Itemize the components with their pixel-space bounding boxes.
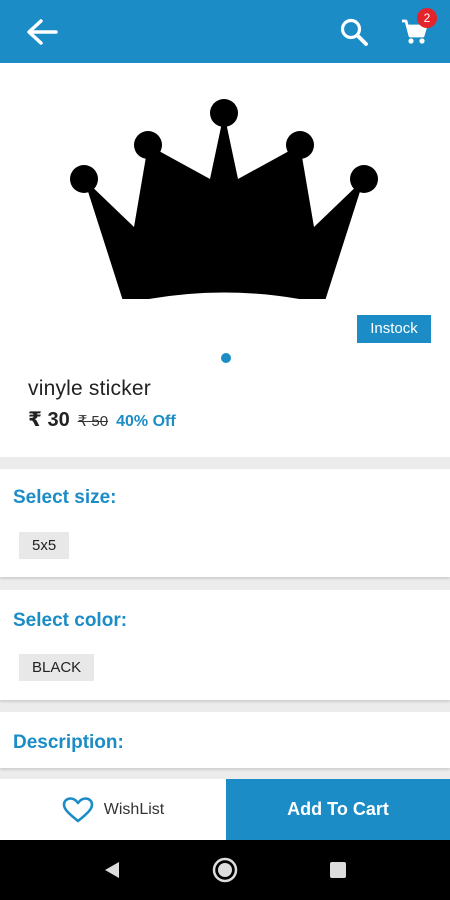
cart-count-badge: 2 — [417, 8, 437, 28]
product-name: vinyle sticker — [28, 377, 151, 400]
color-section: Select color: BLACK — [0, 590, 450, 700]
description-section: Description: — [0, 712, 450, 768]
square-recents-icon — [330, 862, 346, 878]
sale-price: ₹ 30 — [28, 409, 70, 431]
size-option-chip[interactable]: 5x5 — [19, 532, 70, 559]
add-to-cart-button[interactable]: Add To Cart — [226, 779, 450, 840]
search-icon — [340, 18, 368, 46]
color-heading: Select color: — [13, 610, 128, 631]
cart-button[interactable]: 2 — [396, 8, 440, 52]
wishlist-label: WishList — [103, 800, 165, 818]
crown-icon[interactable] — [64, 79, 384, 299]
search-button[interactable] — [336, 14, 372, 50]
bottom-action-bar: WishList Add To Cart — [0, 779, 450, 840]
back-button[interactable] — [22, 14, 62, 50]
description-heading: Description: — [13, 732, 124, 753]
price-row: ₹ 30 ₹ 50 40% Off — [28, 407, 176, 433]
system-back-button[interactable] — [98, 856, 126, 884]
system-recents-button[interactable] — [324, 856, 352, 884]
carousel-indicator-dot[interactable] — [221, 353, 231, 363]
original-price: ₹ 50 — [77, 413, 109, 430]
discount-label: 40% Off — [116, 413, 176, 430]
system-navigation-bar — [0, 840, 450, 900]
heart-icon — [62, 796, 94, 822]
product-card: Instock vinyle sticker ₹ 30 ₹ 50 40% Off — [0, 63, 450, 457]
triangle-back-icon — [105, 862, 119, 878]
size-heading: Select size: — [13, 487, 117, 508]
color-option-chip[interactable]: BLACK — [19, 654, 95, 681]
system-home-button[interactable] — [211, 856, 239, 884]
circle-home-icon — [212, 857, 238, 883]
wishlist-button[interactable]: WishList — [0, 779, 226, 840]
app-bar: 2 — [0, 0, 450, 63]
arrow-left-icon — [27, 19, 58, 45]
size-section: Select size: 5x5 — [0, 469, 450, 577]
stock-badge: Instock — [357, 315, 431, 343]
